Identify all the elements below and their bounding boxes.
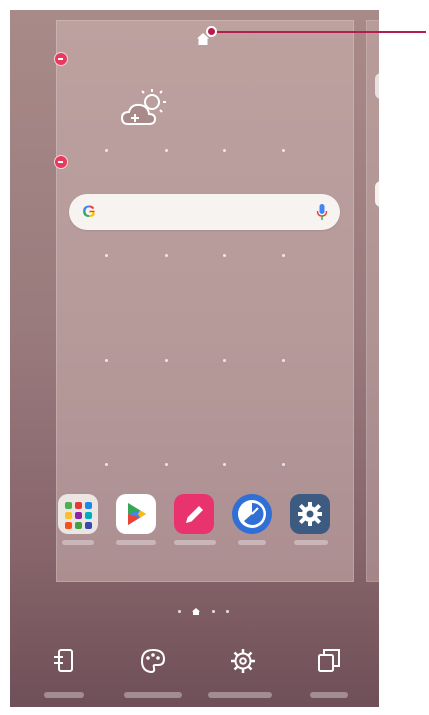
- play-store-icon[interactable]: [116, 494, 156, 534]
- phone-screen: G: [10, 10, 379, 707]
- grid-dot: [105, 254, 108, 257]
- palette-icon: [140, 648, 166, 674]
- grid-dot: [223, 463, 226, 466]
- grid-dot: [282, 463, 285, 466]
- app-label: [238, 540, 266, 545]
- mic-icon[interactable]: [316, 203, 328, 221]
- page-dot: [212, 610, 215, 613]
- grid-dot: [282, 149, 285, 152]
- grid-dot: [165, 359, 168, 362]
- google-search-widget[interactable]: G: [69, 194, 340, 230]
- grid-dot: [165, 463, 168, 466]
- grid-dot: [165, 149, 168, 152]
- grid-dot: [165, 254, 168, 257]
- grid-dot: [282, 254, 285, 257]
- grid-dot: [223, 359, 226, 362]
- home-screen-settings-button[interactable]: [208, 646, 278, 706]
- widgets-button[interactable]: [30, 646, 100, 706]
- wallpapers-themes-label: [124, 692, 182, 698]
- app-label: [116, 540, 156, 545]
- page-dot: [226, 610, 229, 613]
- app-label: [62, 540, 94, 545]
- google-logo: G: [79, 202, 99, 222]
- settings-gear-icon: [231, 649, 255, 673]
- clock-icon[interactable]: [232, 494, 272, 534]
- folder-icon[interactable]: [58, 494, 98, 534]
- callout-dot: [206, 26, 217, 37]
- pen-icon[interactable]: [174, 494, 214, 534]
- grid-dot: [223, 149, 226, 152]
- remove-widget-badge[interactable]: [54, 155, 68, 169]
- page-dot: [178, 610, 181, 613]
- side-app-icon: [375, 181, 379, 207]
- page-indicator-home-icon: [192, 608, 200, 615]
- next-page-card[interactable]: [366, 20, 379, 582]
- app-label: [294, 540, 328, 545]
- copy-pages-icon: [318, 649, 340, 672]
- grid-dot: [282, 359, 285, 362]
- home-screen-settings-label: [208, 692, 272, 698]
- gear-icon[interactable]: [290, 494, 330, 534]
- grid-dot: [105, 463, 108, 466]
- grid-dot: [105, 149, 108, 152]
- sort-apps-label: [310, 692, 348, 698]
- callout-line: [212, 31, 426, 33]
- remove-widget-badge[interactable]: [54, 52, 68, 66]
- grid-dot: [105, 359, 108, 362]
- grid-dot: [223, 254, 226, 257]
- app-label: [174, 540, 216, 545]
- side-app-icon: [375, 73, 379, 99]
- page-indicator[interactable]: [178, 608, 238, 616]
- weather-icon[interactable]: [120, 88, 168, 132]
- sort-apps-button[interactable]: [294, 646, 364, 706]
- wallpapers-themes-button[interactable]: [118, 646, 188, 706]
- widgets-label: [44, 692, 84, 698]
- widgets-icon: [54, 649, 73, 672]
